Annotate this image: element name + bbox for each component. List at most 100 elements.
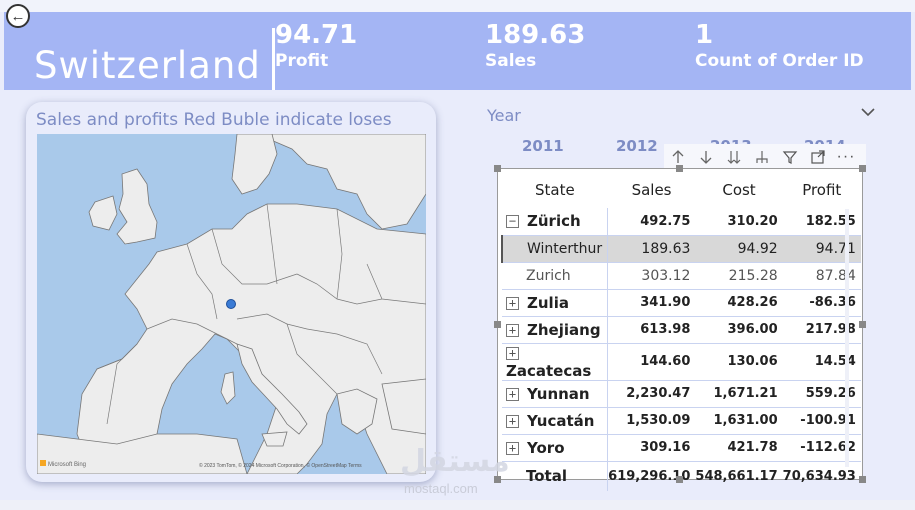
row-profit: 87.84 [782, 262, 861, 290]
row-profit: 14.54 [782, 343, 861, 381]
watermark-url: mostaql.com [404, 481, 478, 496]
row-cost: 428.26 [695, 289, 783, 317]
row-sales: 492.75 [607, 208, 696, 236]
row-cost: 1,671.21 [695, 380, 783, 408]
expand-icon[interactable]: + [506, 414, 519, 428]
table-row[interactable]: + Zhejiang 613.98 396.00 217.98 [502, 316, 861, 344]
map-visual[interactable]: Sales and profits Red Buble indicate los… [26, 102, 436, 482]
matrix-table: State Sales Cost Profit − Zürich 492.75 3… [501, 172, 861, 491]
table-row[interactable]: Zurich 303.12 215.28 87.84 [502, 262, 861, 290]
row-cost: 215.28 [695, 262, 783, 290]
kpi-sales: 189.63 Sales [485, 20, 585, 72]
row-cost: 310.20 [695, 208, 783, 236]
bing-logo: Microsoft Bing [48, 462, 86, 468]
expand-hierarchy-icon[interactable] [748, 145, 776, 169]
row-cost: 1,631.00 [695, 407, 783, 435]
column-header-state[interactable]: State [502, 172, 608, 208]
chevron-down-icon[interactable] [860, 106, 876, 118]
map-credit[interactable]: © 2023 TomTom, © 2024 Microsoft Corporat… [199, 462, 362, 469]
country-title: Switzerland [34, 44, 261, 87]
row-profit: -112.62 [782, 434, 861, 462]
row-cost: 130.06 [695, 343, 783, 381]
table-row-selected[interactable]: Winterthur 189.63 94.92 94.71 [501, 235, 861, 263]
expand-icon[interactable]: + [506, 323, 519, 337]
row-sales: 309.16 [607, 434, 696, 462]
column-header-sales[interactable]: Sales [608, 172, 696, 208]
row-state: Winterthur [501, 235, 609, 263]
total-cost: 548,661.17 [695, 468, 778, 484]
more-options-icon[interactable]: ··· [832, 145, 860, 169]
resize-handle[interactable] [676, 476, 683, 483]
resize-handle[interactable] [494, 321, 501, 328]
row-state: Zürich [527, 212, 581, 231]
table-row[interactable]: + Yucatán 1,530.09 1,631.00 -100.91 [502, 407, 861, 435]
row-profit: -86.36 [782, 289, 861, 317]
resize-handle[interactable] [676, 165, 683, 172]
kpi-sales-label: Sales [485, 51, 537, 71]
row-profit: -100.91 [782, 407, 861, 435]
table-row[interactable]: − Zürich 492.75 310.20 182.55 [502, 208, 861, 236]
table-row[interactable]: + Zulia 341.90 428.26 -86.36 [502, 289, 861, 317]
matrix-visual[interactable]: State Sales Cost Profit − Zürich 492.75 3… [494, 165, 866, 491]
row-state: Zulia [527, 293, 569, 312]
resize-handle[interactable] [859, 165, 866, 172]
back-arrow-icon[interactable]: ← [6, 4, 30, 28]
row-state: Zacatecas [506, 361, 592, 380]
page-footer-strip [0, 500, 915, 510]
resize-handle[interactable] [494, 165, 501, 172]
expand-icon[interactable]: + [506, 296, 519, 310]
resize-handle[interactable] [859, 321, 866, 328]
arrow-down-icon[interactable] [692, 145, 720, 169]
expand-icon[interactable]: + [506, 346, 519, 360]
row-sales: 341.90 [607, 289, 696, 317]
kpi-order-count-label: Count of Order ID [695, 51, 864, 71]
row-sales: 144.60 [607, 343, 696, 381]
table-row[interactable]: +Zacatecas 144.60 130.06 14.54 [502, 343, 861, 381]
year-button-2011[interactable]: 2011 [522, 137, 564, 155]
visual-toolbar: ··· [664, 144, 866, 170]
expand-icon[interactable]: + [506, 387, 519, 401]
row-cost: 396.00 [695, 316, 783, 344]
europe-map[interactable]: Microsoft Bing © 2023 TomTom, © 2024 Mic… [37, 134, 426, 474]
watermark-logo: مستقل [400, 444, 510, 479]
year-slicer-label: Year [487, 106, 521, 125]
kpi-profit-value: 94.71 [275, 20, 358, 50]
row-sales: 189.63 [607, 235, 696, 263]
kpi-sales-value: 189.63 [485, 20, 586, 50]
vertical-scrollbar[interactable] [845, 209, 849, 467]
table-row[interactable]: + Yunnan 2,230.47 1,671.21 559.26 [502, 380, 861, 408]
kpi-profit: 94.71 Profit [275, 20, 357, 72]
double-arrow-down-icon[interactable] [720, 145, 748, 169]
location-marker[interactable] [226, 299, 236, 309]
row-sales: 303.12 [607, 262, 696, 290]
row-sales: 613.98 [607, 316, 696, 344]
column-header-profit[interactable]: Profit [783, 172, 861, 208]
row-state: Yucatán [527, 411, 595, 430]
year-button-2012[interactable]: 2012 [616, 137, 658, 155]
total-label: Total [502, 461, 609, 491]
row-cost: 421.78 [695, 434, 783, 462]
top-bar [0, 0, 915, 12]
row-state: Yunnan [527, 384, 590, 403]
row-profit: 182.55 [782, 208, 861, 236]
table-row[interactable]: + Yoro 309.16 421.78 -112.62 [502, 434, 861, 462]
focus-mode-icon[interactable] [804, 145, 832, 169]
row-sales: 1,530.09 [607, 407, 696, 435]
total-profit: 70,634.93 [782, 468, 856, 484]
header-banner: Switzerland 94.71 Profit 189.63 Sales 1 … [4, 12, 911, 90]
row-state: Zurich [502, 262, 609, 290]
kpi-order-count-value: 1 [695, 20, 714, 50]
map-title: Sales and profits Red Buble indicate los… [36, 110, 392, 130]
row-cost: 94.92 [695, 235, 783, 263]
filter-icon[interactable] [776, 145, 804, 169]
kpi-order-count: 1 Count of Order ID [695, 20, 864, 72]
row-state: Zhejiang [527, 320, 601, 339]
header-row: State Sales Cost Profit [502, 172, 861, 208]
collapse-icon[interactable]: − [506, 215, 519, 229]
row-profit: 217.98 [782, 316, 861, 344]
row-state: Yoro [527, 438, 565, 457]
row-sales: 2,230.47 [607, 380, 696, 408]
resize-handle[interactable] [859, 476, 866, 483]
kpi-profit-label: Profit [275, 51, 329, 71]
column-header-cost[interactable]: Cost [695, 172, 782, 208]
